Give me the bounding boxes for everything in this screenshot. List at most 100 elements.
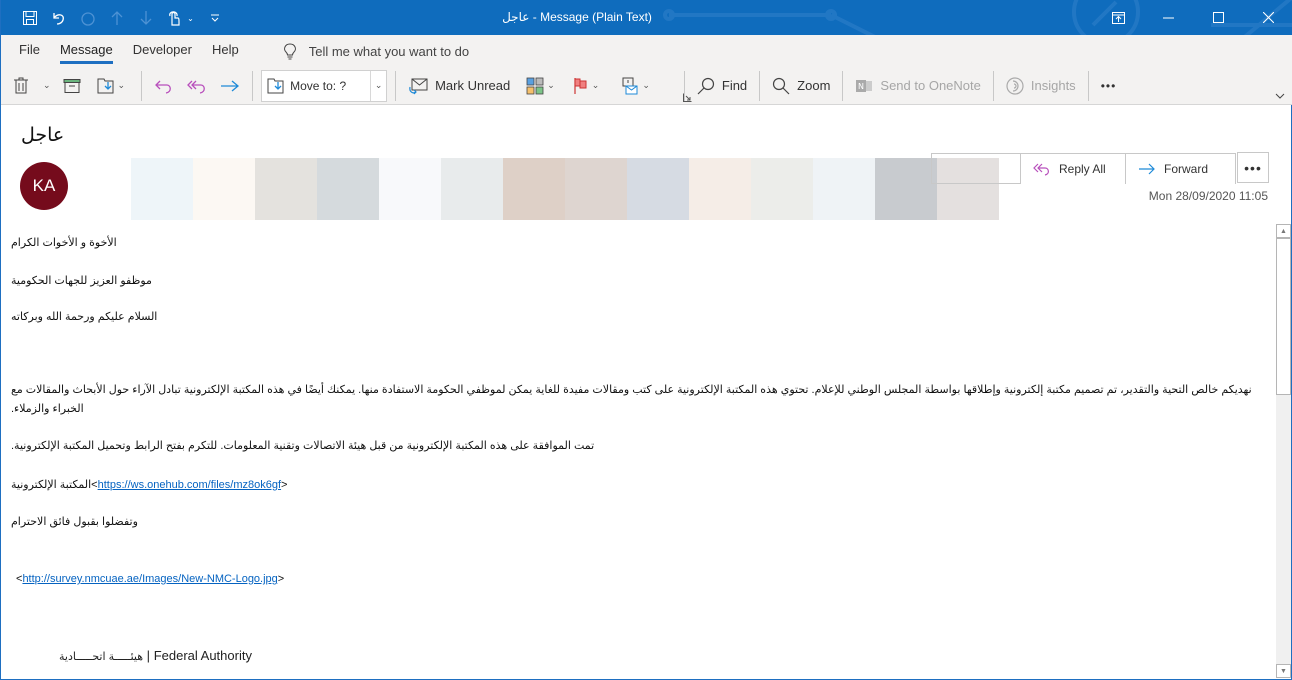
separator <box>1087 70 1089 101</box>
categorize-icon <box>526 77 544 94</box>
lightbulb-icon <box>283 42 296 59</box>
send-to-onenote-button: N Send to OneNote <box>849 70 986 102</box>
banner-swatch <box>255 158 317 220</box>
scroll-thumb[interactable] <box>1276 238 1291 395</box>
separator <box>395 70 397 101</box>
body-salutation: السلام عليكم ورحمة الله وبركاته <box>11 311 158 323</box>
reply-all-icon <box>1033 163 1049 176</box>
zoom-button[interactable]: Zoom <box>766 70 836 102</box>
trash-icon <box>14 77 28 94</box>
body-closing: وتفضلوا بقبول فائق الاحترام <box>11 516 138 528</box>
follow-up-button[interactable]: ⌄ <box>567 70 606 102</box>
outlook-message-window: ⌄ عاجل - Message (Plain Text) File Messa… <box>0 0 1292 680</box>
sender-avatar[interactable]: KA <box>20 162 68 210</box>
more-icon: ••• <box>1100 78 1117 93</box>
banner-swatch <box>751 158 813 220</box>
ribbon-display-options-button[interactable] <box>1093 0 1143 35</box>
logo-link[interactable]: http://survey.nmcuae.ae/Images/New-NMC-L… <box>22 573 277 585</box>
body-paragraph-2: تمت الموافقة على هذه المكتبة الإلكترونية… <box>11 440 595 452</box>
separator <box>842 70 844 101</box>
maximize-button[interactable] <box>1193 0 1243 35</box>
insights-icon <box>1006 76 1024 95</box>
library-link-line: المكتبة الإلكترونية<https://ws.onehub.co… <box>11 479 288 491</box>
more-actions-button[interactable]: ••• <box>1237 152 1269 183</box>
scroll-up-button[interactable]: ▲ <box>1276 224 1291 238</box>
tab-file[interactable]: File <box>9 35 50 67</box>
close-button[interactable] <box>1243 0 1292 35</box>
move-to-label: Move to: ? <box>290 78 347 93</box>
signature-separator: | <box>146 648 151 663</box>
more-icon: ••• <box>1244 159 1262 176</box>
rules-button[interactable]: ⌄ <box>615 70 656 102</box>
separator <box>252 70 254 101</box>
chevron-down-icon: ⌄ <box>43 80 51 90</box>
tab-message[interactable]: Message <box>50 35 123 67</box>
chevron-down-icon: ⌄ <box>374 80 383 90</box>
library-link[interactable]: https://ws.onehub.com/files/mz8ok6gf <box>98 479 281 491</box>
move-button[interactable]: ⌄ <box>91 70 132 102</box>
message-date: Mon 28/09/2020 11:05 <box>1148 189 1268 203</box>
minimize-button[interactable] <box>1143 0 1193 35</box>
reply-all-icon <box>187 80 205 94</box>
flag-icon <box>574 77 587 94</box>
banner-swatch <box>627 158 689 220</box>
banner-swatch <box>379 158 441 220</box>
move-to-button[interactable]: Move to: ? <box>262 78 370 94</box>
ribbon-display-icon <box>1111 11 1125 24</box>
chevron-down-icon: ⌄ <box>547 80 555 90</box>
separator <box>759 70 761 101</box>
reply-all-ribbon-button[interactable] <box>180 70 214 102</box>
minimize-icon <box>1162 17 1174 19</box>
triangle-down-icon: ▼ <box>1280 667 1287 675</box>
mark-unread-label: Mark Unread <box>435 78 511 93</box>
actions-spacer <box>931 153 1020 183</box>
tab-help[interactable]: Help <box>202 35 249 67</box>
sender-banner-image <box>131 158 999 220</box>
more-commands-button[interactable]: ••• <box>1095 70 1123 102</box>
library-label: المكتبة الإلكترونية <box>11 479 92 491</box>
signature: هيئـــــة اتحـــــادية | Federal Authori… <box>59 648 252 663</box>
delete-button[interactable]: ⌄ <box>1 70 57 102</box>
tab-developer[interactable]: Developer <box>123 35 202 67</box>
body-paragraph-1: نهديكم خالص التحية والتقدير، تم تصميم مك… <box>11 384 1252 415</box>
forward-icon <box>221 80 240 91</box>
reply-all-button[interactable]: Reply All <box>1020 153 1126 184</box>
chevron-down-icon: ⌄ <box>591 80 600 90</box>
move-folder-icon <box>267 78 284 93</box>
title-bar: ⌄ عاجل - Message (Plain Text) <box>1 0 1292 35</box>
banner-swatch <box>813 158 875 220</box>
signature-english: Federal Authority <box>153 648 252 663</box>
categorize-button[interactable]: ⌄ <box>520 70 561 102</box>
dialog-launcher-icon[interactable] <box>683 93 692 102</box>
forward-ribbon-button[interactable] <box>214 70 246 102</box>
archive-button[interactable] <box>57 70 87 102</box>
move-to-quick-step[interactable]: Move to: ? ⌄ <box>261 69 388 102</box>
collapse-ribbon-button[interactable] <box>1275 91 1285 102</box>
zoom-icon <box>773 77 790 94</box>
tell-me-label: Tell me what you want to do <box>308 43 470 59</box>
tell-me-search[interactable]: Tell me what you want to do <box>283 42 470 60</box>
scroll-down-button[interactable]: ▼ <box>1276 664 1291 678</box>
insights-label: Insights <box>1030 78 1076 93</box>
search-icon <box>697 77 714 94</box>
sender-initials: KA <box>32 176 56 195</box>
mark-unread-button[interactable]: Mark Unread <box>402 70 516 102</box>
banner-swatch <box>441 158 503 220</box>
body-greeting: الأخوة و الأخوات الكرام <box>11 237 117 249</box>
banner-swatch <box>317 158 379 220</box>
chevron-down-icon <box>1275 93 1285 99</box>
forward-button[interactable]: Forward <box>1126 153 1236 184</box>
separator <box>141 70 143 101</box>
find-label: Find <box>721 78 748 93</box>
banner-swatch <box>131 158 193 220</box>
forward-icon <box>1139 163 1155 175</box>
move-to-dropdown[interactable]: ⌄ <box>370 70 386 101</box>
message-subject: عاجل <box>21 125 65 146</box>
close-icon <box>1262 12 1274 23</box>
find-button[interactable]: Find <box>691 70 753 102</box>
logo-link-line: <http://survey.nmcuae.ae/Images/New-NMC-… <box>16 573 285 585</box>
banner-swatch <box>875 158 937 220</box>
reply-button[interactable] <box>148 70 180 102</box>
vertical-scrollbar[interactable]: ▲ ▼ <box>1276 224 1291 678</box>
envelope-unread-icon <box>409 78 428 94</box>
